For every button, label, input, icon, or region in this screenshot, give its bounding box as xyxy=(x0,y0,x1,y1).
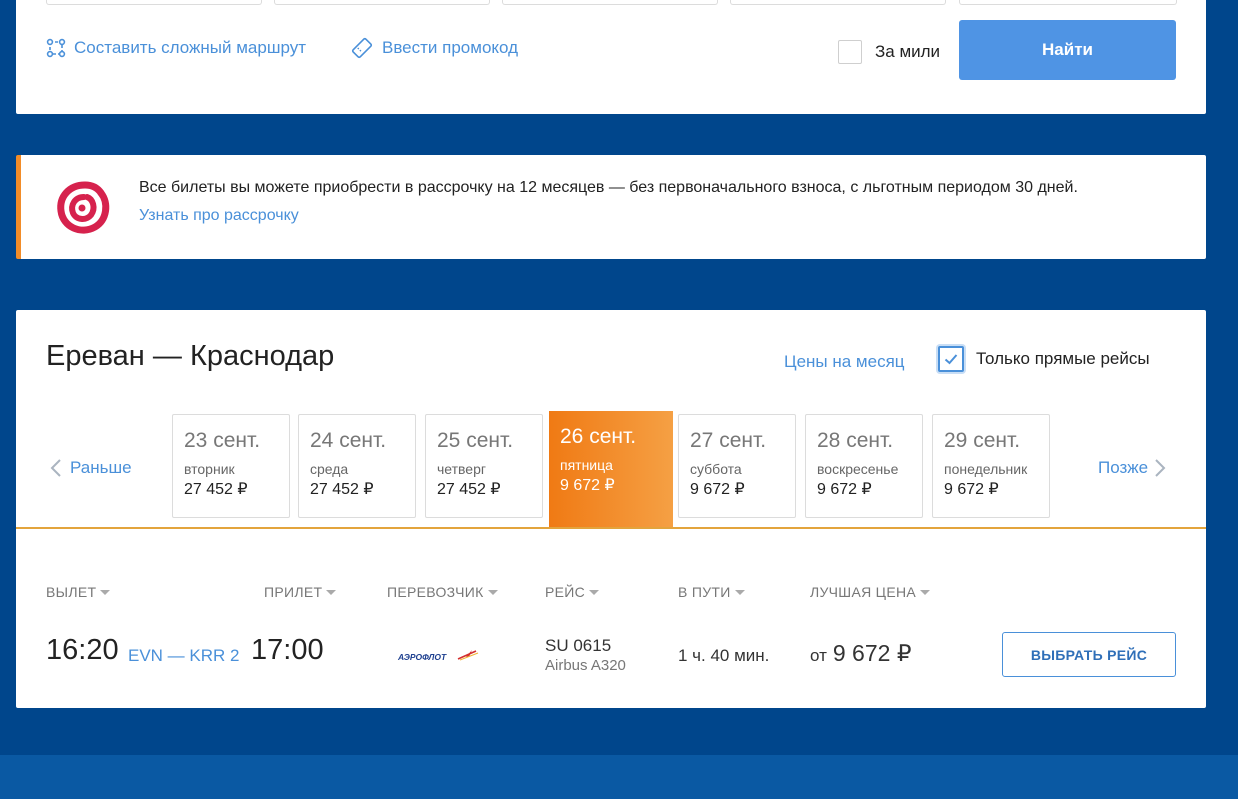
complex-route-link[interactable]: Составить сложный маршрут xyxy=(46,38,306,58)
caret-down-icon xyxy=(100,589,111,595)
promo-code-label: Ввести промокод xyxy=(382,38,519,57)
checkmark-icon xyxy=(944,354,958,365)
date-price: 9 672 ₽ xyxy=(560,477,615,494)
flight-duration: 1 ч. 40 мин. xyxy=(678,646,770,665)
date-tile-29[interactable]: 29 сент. понедельник 9 672 ₽ xyxy=(932,414,1050,518)
search-form-card: Составить сложный маршрут Ввести промоко… xyxy=(16,0,1206,114)
weekday-label: четверг xyxy=(437,461,486,477)
ticket-icon xyxy=(351,37,373,59)
date-price: 9 672 ₽ xyxy=(817,481,872,498)
date-tile-27[interactable]: 27 сент. суббота 9 672 ₽ xyxy=(678,414,796,518)
date-price: 27 452 ₽ xyxy=(310,481,374,498)
miles-option[interactable]: За мили xyxy=(838,40,940,64)
weekday-label: пятница xyxy=(560,457,613,473)
weekday-label: воскресенье xyxy=(817,461,899,477)
date-label: 28 сент. xyxy=(817,429,894,452)
choose-flight-button[interactable]: ВЫБРАТЬ РЕЙС xyxy=(1002,632,1176,677)
sort-best-price[interactable]: ЛУЧШАЯ ЦЕНА xyxy=(810,584,931,600)
date-tile-28[interactable]: 28 сент. воскресенье 9 672 ₽ xyxy=(805,414,923,518)
direct-only-toggle[interactable]: Только прямые рейсы xyxy=(938,346,1150,372)
installment-logo-icon xyxy=(57,181,110,234)
date-tile-25[interactable]: 25 сент. четверг 27 452 ₽ xyxy=(425,414,543,518)
flight-column-label: РЕЙС xyxy=(545,584,586,600)
earlier-label: Раньше xyxy=(70,458,132,477)
weekday-label: суббота xyxy=(690,461,742,477)
arrival-time: 17:00 xyxy=(251,634,324,666)
installment-link[interactable]: Узнать про рассрочку xyxy=(139,207,299,225)
date-price: 9 672 ₽ xyxy=(690,481,745,498)
caret-down-icon xyxy=(326,589,337,595)
date-label: 26 сент. xyxy=(560,425,637,448)
sort-arrival[interactable]: ПРИЛЕТ xyxy=(264,584,337,600)
direct-only-label: Только прямые рейсы xyxy=(976,349,1150,368)
price-amount: 9 672 ₽ xyxy=(832,640,912,666)
date-selector-divider xyxy=(16,527,1206,529)
direct-only-checkbox[interactable] xyxy=(938,346,964,372)
arrival-column-label: ПРИЛЕТ xyxy=(264,584,323,600)
weekday-label: вторник xyxy=(184,461,235,477)
destination-field[interactable] xyxy=(274,0,490,5)
caret-down-icon xyxy=(487,589,498,595)
chevron-left-icon xyxy=(50,459,61,477)
find-button[interactable]: Найти xyxy=(959,20,1176,80)
date-tile-24[interactable]: 24 сент. среда 27 452 ₽ xyxy=(298,414,416,518)
duration-column-label: В ПУТИ xyxy=(678,584,731,600)
carrier-column-label: ПЕРЕВОЗЧИК xyxy=(387,584,484,600)
route-codes: EVN — KRR 2 xyxy=(128,646,240,665)
date-tile-23[interactable]: 23 сент. вторник 27 452 ₽ xyxy=(172,414,290,518)
caret-down-icon xyxy=(734,589,745,595)
date-price: 27 452 ₽ xyxy=(184,481,248,498)
earlier-dates-button[interactable]: Раньше xyxy=(50,458,132,478)
date-label: 27 сент. xyxy=(690,429,767,452)
departure-column-label: ВЫЛЕТ xyxy=(46,584,97,600)
departure-time: 16:20 xyxy=(46,634,119,666)
route-title: Ереван — Краснодар xyxy=(46,340,335,372)
miles-label: За мили xyxy=(875,42,941,61)
caret-down-icon xyxy=(920,589,931,595)
complex-route-label: Составить сложный маршрут xyxy=(74,38,307,57)
best-price: от 9 672 ₽ xyxy=(810,640,911,667)
later-label: Позже xyxy=(1098,458,1149,477)
installment-text: Все билеты вы можете приобрести в рассро… xyxy=(139,179,1078,196)
return-date-field[interactable] xyxy=(730,0,946,5)
later-dates-button[interactable]: Позже xyxy=(1098,458,1166,478)
weekday-label: среда xyxy=(310,461,349,477)
miles-checkbox[interactable] xyxy=(838,40,862,64)
date-price: 9 672 ₽ xyxy=(944,481,999,498)
weekday-label: понедельник xyxy=(944,461,1028,477)
installment-banner: Все билеты вы можете приобрести в рассро… xyxy=(16,155,1206,259)
sort-flight[interactable]: РЕЙС xyxy=(545,584,600,600)
date-tile-26-selected[interactable]: 26 сент. пятница 9 672 ₽ xyxy=(549,411,673,528)
date-label: 25 сент. xyxy=(437,429,514,452)
route-icon xyxy=(46,38,66,58)
flight-number: SU 0615 xyxy=(545,636,612,655)
aeroflot-logo: АЭРОФЛОТ xyxy=(396,646,482,671)
carrier-name: АЭРОФЛОТ xyxy=(397,652,447,662)
caret-down-icon xyxy=(589,589,600,595)
price-prefix: от xyxy=(810,646,827,665)
departure-date-field[interactable] xyxy=(502,0,718,5)
month-prices-link[interactable]: Цены на месяц xyxy=(784,352,905,372)
passengers-field[interactable] xyxy=(959,0,1177,5)
date-label: 23 сент. xyxy=(184,429,261,452)
sort-carrier[interactable]: ПЕРЕВОЗЧИК xyxy=(387,584,498,600)
aircraft-type: Airbus A320 xyxy=(545,657,626,674)
chevron-right-icon xyxy=(1155,459,1166,477)
date-label: 29 сент. xyxy=(944,429,1021,452)
sort-departure[interactable]: ВЫЛЕТ xyxy=(46,584,111,600)
date-price: 27 452 ₽ xyxy=(437,481,501,498)
sort-duration[interactable]: В ПУТИ xyxy=(678,584,745,600)
best-price-column-label: ЛУЧШАЯ ЦЕНА xyxy=(810,584,917,600)
footer-band xyxy=(0,755,1238,799)
promo-code-link[interactable]: Ввести промокод xyxy=(350,36,518,60)
date-label: 24 сент. xyxy=(310,429,387,452)
flight-results-card: Ереван — Краснодар Цены на месяц Только … xyxy=(16,310,1206,708)
origin-field[interactable] xyxy=(46,0,262,5)
